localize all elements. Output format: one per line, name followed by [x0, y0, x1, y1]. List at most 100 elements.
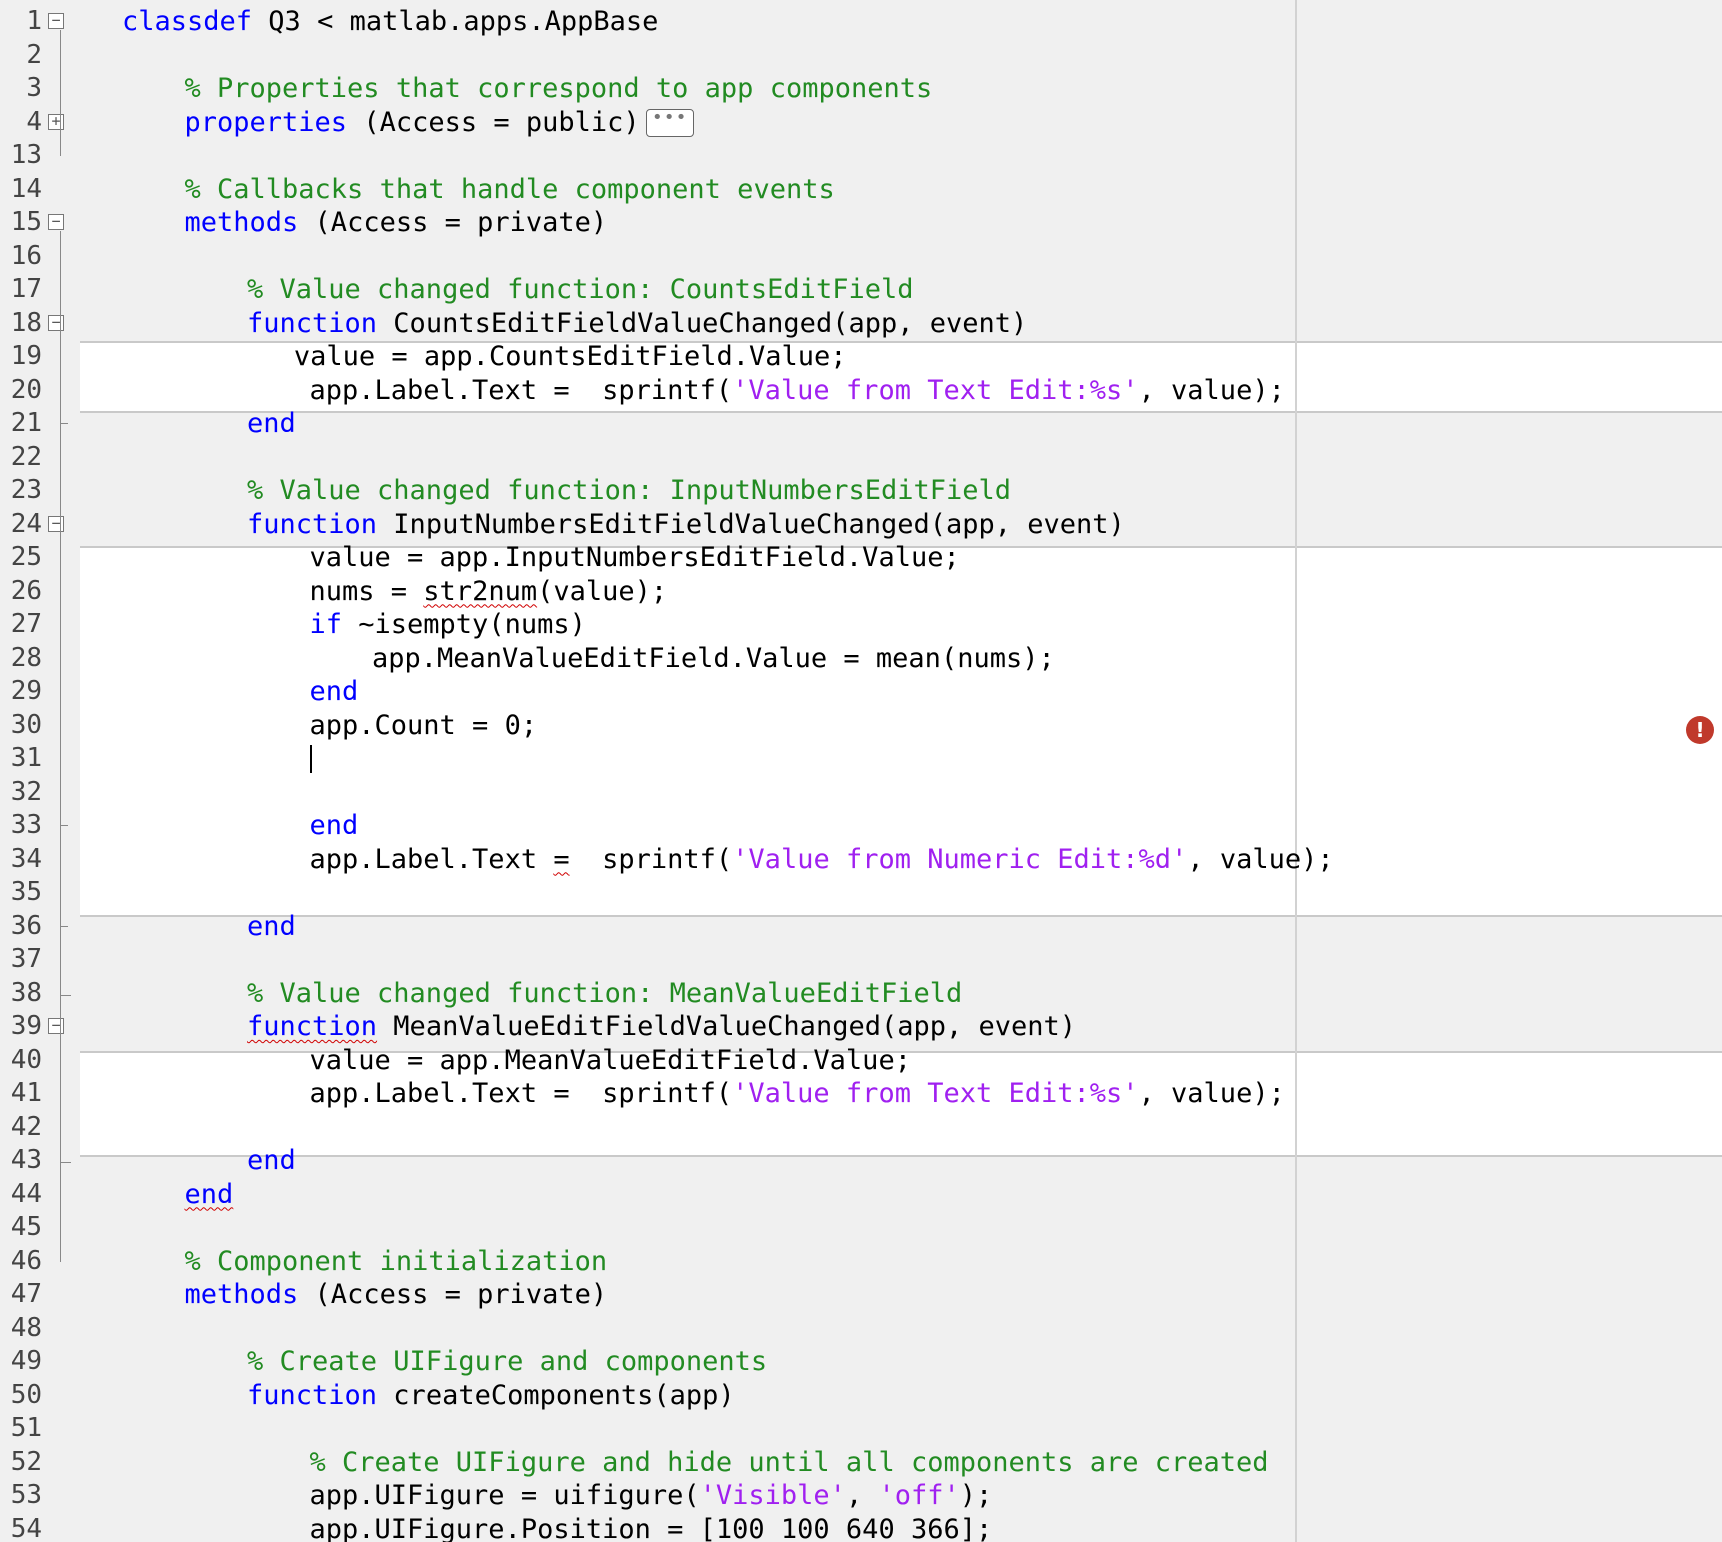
line-number: 34	[10, 843, 42, 874]
code-line[interactable]: 20 app.Label.Text = sprintf('Value from T…	[0, 374, 1722, 408]
code-token: app.Label.Text = sprintf(	[309, 374, 733, 406]
collapse-fold-icon[interactable]: −	[48, 515, 64, 532]
fold-guide-line	[60, 30, 61, 156]
keyword-token: function	[247, 307, 378, 339]
code-line[interactable]: 47 methods (Access = private)	[0, 1278, 1722, 1312]
code-line[interactable]: 23 % Value changed function: InputNumbers…	[0, 474, 1722, 508]
code-line[interactable]: 38 % Value changed function: MeanValueEdi…	[0, 976, 1722, 1011]
line-number: 22	[10, 441, 42, 472]
code-line[interactable]: 17 % Value changed function: CountsEditFi…	[0, 273, 1722, 307]
code-text: properties (Access = public) •••	[185, 106, 694, 140]
line-number: 39	[10, 1011, 42, 1041]
code-line[interactable]: 37	[0, 943, 1722, 977]
code-line[interactable]: 19 value = app.CountsEditField.Value;	[0, 340, 1722, 374]
line-number: 1	[26, 6, 42, 36]
code-text: if ~isempty(nums)	[310, 608, 586, 642]
code-line[interactable]: 15− methods (Access = private)	[0, 206, 1722, 240]
code-line[interactable]: 42	[0, 1111, 1722, 1145]
code-line[interactable]: 39− function MeanValueEditFieldValueChang…	[0, 1010, 1722, 1044]
code-line[interactable]: 44 end	[0, 1178, 1722, 1212]
code-line[interactable]: 51	[0, 1412, 1722, 1446]
code-line[interactable]: 33 end	[0, 809, 1722, 843]
line-number: 45	[10, 1212, 42, 1242]
code-text: methods (Access = private)	[185, 206, 608, 240]
line-number: 40	[10, 1044, 42, 1075]
collapse-fold-icon[interactable]: −	[48, 314, 64, 331]
expand-fold-icon[interactable]: +	[48, 113, 64, 130]
code-line[interactable]: 24− function InputNumbersEditFieldValueCh…	[0, 508, 1722, 542]
line-number: 15	[10, 207, 42, 237]
code-line[interactable]: 30 app.Count = 0;	[0, 709, 1722, 743]
string-token: 'off'	[878, 1480, 960, 1511]
code-line[interactable]: 29 end	[0, 675, 1722, 709]
comment-token: % Properties that correspond to app comp…	[184, 73, 933, 104]
collapse-fold-icon[interactable]: −	[48, 214, 64, 230]
code-line[interactable]: 48	[0, 1312, 1722, 1346]
line-number: 19	[10, 341, 42, 371]
code-line[interactable]: 28 app.MeanValueEditField.Value = mean(nu…	[0, 642, 1722, 676]
code-line[interactable]: 40 value = app.MeanValueEditField.Value;	[0, 1044, 1722, 1078]
code-line[interactable]: 25 value = app.InputNumbersEditField.Valu…	[0, 541, 1722, 575]
code-line[interactable]: 46 % Component initialization	[0, 1245, 1722, 1279]
code-line[interactable]: 41 app.Label.Text = sprintf('Value from T…	[0, 1077, 1722, 1111]
code-line[interactable]: 50 function createComponents(app)	[0, 1379, 1722, 1413]
code-token: (Access = public)	[347, 106, 640, 138]
collapse-fold-icon[interactable]: −	[48, 1018, 64, 1034]
code-line[interactable]: 32	[0, 776, 1722, 810]
code-line[interactable]: 2	[0, 39, 1722, 73]
keyword-token: methods	[184, 207, 299, 238]
code-text: end	[247, 407, 296, 441]
code-line[interactable]: 53 app.UIFigure = uifigure('Visible', 'of…	[0, 1479, 1722, 1513]
code-line[interactable]: 36 end	[0, 910, 1722, 944]
code-line[interactable]: 13	[0, 139, 1722, 173]
code-text: % Properties that correspond to app comp…	[185, 72, 933, 106]
collapse-fold-icon[interactable]: −	[48, 13, 64, 29]
code-line[interactable]: 3 % Properties that correspond to app com…	[0, 72, 1722, 106]
code-line[interactable]: 31	[0, 742, 1722, 776]
line-number: 33	[10, 810, 42, 840]
code-token: (value);	[537, 575, 668, 607]
code-line[interactable]: 1− classdef Q3 < matlab.apps.AppBase	[0, 5, 1722, 39]
code-line[interactable]: 34 app.Label.Text = sprintf('Value from N…	[0, 843, 1722, 877]
code-line[interactable]: 4 + properties (Access = public) •••	[0, 106, 1722, 140]
code-line[interactable]: 54 app.UIFigure.Position = [100 100 640 3…	[0, 1513, 1722, 1542]
code-text: value = app.MeanValueEditField.Value;	[310, 1044, 911, 1078]
fold-guide-line	[60, 532, 61, 1094]
code-line[interactable]: 21 end	[0, 407, 1722, 441]
line-number: 30	[10, 709, 42, 740]
fold-end-marker	[60, 976, 71, 996]
line-number: 38	[10, 977, 42, 1008]
line-number: 53	[10, 1480, 42, 1510]
line-number: 24	[10, 508, 42, 539]
line-number: 37	[10, 944, 42, 974]
folded-code-expand-button[interactable]: •••	[645, 109, 694, 137]
line-number: 3	[26, 73, 42, 103]
code-line[interactable]: 49 % Create UIFigure and components	[0, 1345, 1722, 1379]
code-line[interactable]: 43 end	[0, 1144, 1722, 1178]
code-token: MeanValueEditFieldValueChanged(app, even…	[377, 1011, 1077, 1042]
string-token: 'Value from Numeric Edit:%d'	[732, 843, 1188, 875]
code-text: classdef Q3 < matlab.apps.AppBase	[122, 5, 658, 39]
code-line[interactable]: 16	[0, 240, 1722, 274]
code-line[interactable]: 14 % Callbacks that handle component even…	[0, 173, 1722, 207]
code-token: , value);	[1138, 1078, 1285, 1109]
code-line[interactable]: 26 nums = str2num(value);	[0, 575, 1722, 609]
code-token: ~isempty(nums)	[342, 609, 586, 640]
code-line[interactable]: 45	[0, 1211, 1722, 1245]
code-editor[interactable]: 1− classdef Q3 < matlab.apps.AppBase 2 3% P…	[0, 0, 1722, 1542]
line-number: 21	[10, 408, 42, 438]
code-line[interactable]: 22	[0, 441, 1722, 475]
error-marker-icon[interactable]: !	[1686, 716, 1714, 744]
code-line[interactable]: 27 if ~isempty(nums)	[0, 608, 1722, 642]
code-token: =	[553, 843, 570, 875]
code-line[interactable]: 52 % Create UIFigure and hide until all c…	[0, 1446, 1722, 1480]
code-text: app.MeanValueEditField.Value = mean(nums…	[372, 642, 1055, 676]
line-number: 26	[10, 575, 42, 606]
keyword-token: function	[247, 508, 378, 540]
keyword-token: if	[309, 609, 343, 640]
code-text: % Callbacks that handle component events	[185, 173, 835, 207]
code-line[interactable]: 35	[0, 876, 1722, 910]
comment-token: % Value changed function: CountsEditFiel…	[247, 274, 914, 305]
code-line[interactable]: 18− function CountsEditFieldValueChanged(…	[0, 307, 1722, 341]
string-token: 'Value from Text Edit:%s'	[732, 1078, 1139, 1109]
